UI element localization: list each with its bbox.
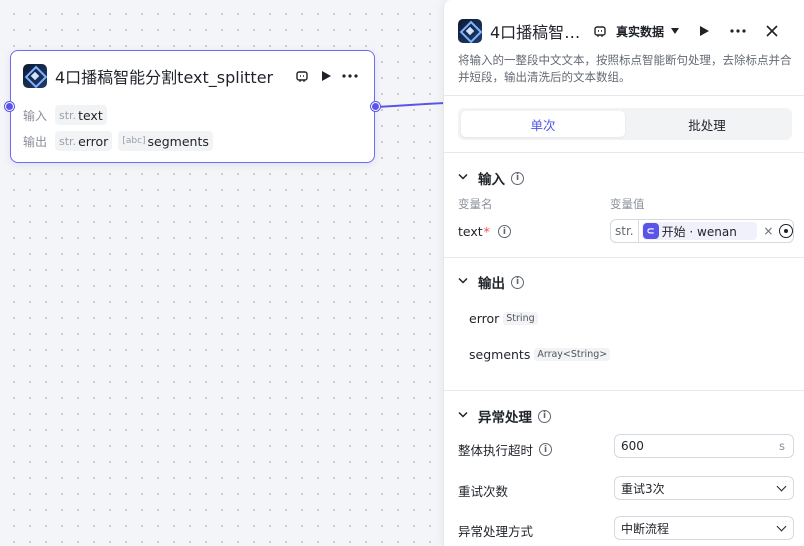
tab-single[interactable]: 单次 bbox=[461, 111, 625, 137]
node-logo-icon bbox=[23, 64, 47, 88]
exception-section-header[interactable]: 异常处理 i bbox=[458, 406, 551, 426]
more-icon[interactable] bbox=[338, 64, 362, 88]
variable-reference-chip[interactable]: ⊂ 开始 · wenan bbox=[641, 222, 758, 240]
workflow-node[interactable]: 4口播稿智能分割text_splitter 输入 str. text 输出 st… bbox=[5, 50, 380, 163]
input-var-name: text * i bbox=[458, 224, 511, 239]
output-section-header[interactable]: 输出 i bbox=[458, 272, 524, 292]
output-item-segments: segments Array<String> bbox=[469, 347, 611, 362]
chevron-down-icon bbox=[458, 277, 474, 288]
timeout-input[interactable]: 600 s bbox=[614, 434, 794, 458]
chevron-down-icon bbox=[776, 521, 787, 531]
divider bbox=[444, 95, 804, 96]
info-icon[interactable]: i bbox=[511, 275, 524, 289]
input-value-field[interactable]: str. ⊂ 开始 · wenan × bbox=[610, 219, 794, 243]
node-config-panel: 4口播稿智能分割 真实数据 将输入的一整段中文文本，按照标点智能断句处理，去除标… bbox=[443, 0, 804, 546]
start-node-icon: ⊂ bbox=[642, 223, 659, 239]
close-icon[interactable] bbox=[760, 19, 784, 43]
type-badge: Array<String> bbox=[534, 348, 611, 361]
retry-label: 重试次数 bbox=[458, 484, 509, 499]
info-icon[interactable]: i bbox=[511, 171, 524, 185]
output-tag-error: str. error bbox=[55, 131, 113, 151]
play-icon[interactable] bbox=[314, 64, 338, 88]
run-mode-tabs: 单次 批处理 bbox=[458, 108, 792, 140]
divider bbox=[444, 390, 804, 391]
clear-icon[interactable]: × bbox=[763, 224, 773, 238]
node-input-row: 输入 str. text bbox=[23, 105, 113, 125]
panel-title: 4口播稿智能分割 bbox=[490, 23, 582, 42]
input-label: 输入 bbox=[23, 108, 48, 123]
variable-picker-icon[interactable] bbox=[779, 224, 793, 238]
required-mark: * bbox=[483, 224, 490, 239]
output-tag-segments: [abc] segments bbox=[118, 131, 213, 151]
timeout-unit: s bbox=[779, 439, 785, 453]
node-description: 将输入的一整段中文文本，按照标点智能断句处理，去除标点并合并短段，输出清洗后的文… bbox=[458, 53, 792, 84]
output-item-error: error String bbox=[469, 311, 538, 326]
info-icon[interactable]: i bbox=[497, 225, 511, 238]
more-icon[interactable] bbox=[726, 19, 750, 43]
col-var-value: 变量值 bbox=[610, 197, 645, 211]
node-title: 4口播稿智能分割text_splitter bbox=[55, 68, 274, 87]
value-type-prefix: str. bbox=[611, 220, 639, 242]
retry-select[interactable]: 重试3次 bbox=[614, 476, 794, 500]
node-logo-icon bbox=[458, 19, 482, 43]
info-icon[interactable]: i bbox=[538, 409, 551, 423]
divider bbox=[444, 152, 804, 153]
output-port[interactable] bbox=[371, 102, 380, 111]
chevron-down-icon bbox=[776, 481, 787, 491]
debug-icon[interactable] bbox=[588, 19, 612, 43]
info-icon[interactable]: i bbox=[539, 443, 553, 456]
play-icon[interactable] bbox=[692, 19, 716, 43]
exception-handling-select[interactable]: 中断流程 bbox=[614, 516, 794, 540]
divider bbox=[444, 257, 804, 258]
chevron-down-icon bbox=[458, 411, 474, 422]
output-label: 输出 bbox=[23, 134, 48, 149]
input-port[interactable] bbox=[5, 102, 14, 111]
tab-batch[interactable]: 批处理 bbox=[625, 111, 789, 137]
chevron-down-icon bbox=[458, 173, 474, 184]
timeout-label: 整体执行超时 i bbox=[458, 440, 553, 459]
input-section-header[interactable]: 输入 i bbox=[458, 168, 524, 188]
input-tag: str. text bbox=[55, 105, 107, 125]
type-badge: String bbox=[503, 312, 538, 325]
data-mode-select[interactable]: 真实数据 bbox=[616, 23, 680, 40]
debug-icon[interactable] bbox=[290, 64, 314, 88]
exception-handling-label: 异常处理方式 bbox=[458, 524, 534, 539]
panel-header: 4口播稿智能分割 真实数据 bbox=[458, 18, 794, 44]
node-output-row: 输出 str. error [abc] segments bbox=[23, 131, 219, 151]
caret-down-icon bbox=[671, 28, 680, 34]
col-var-name: 变量名 bbox=[458, 197, 493, 211]
